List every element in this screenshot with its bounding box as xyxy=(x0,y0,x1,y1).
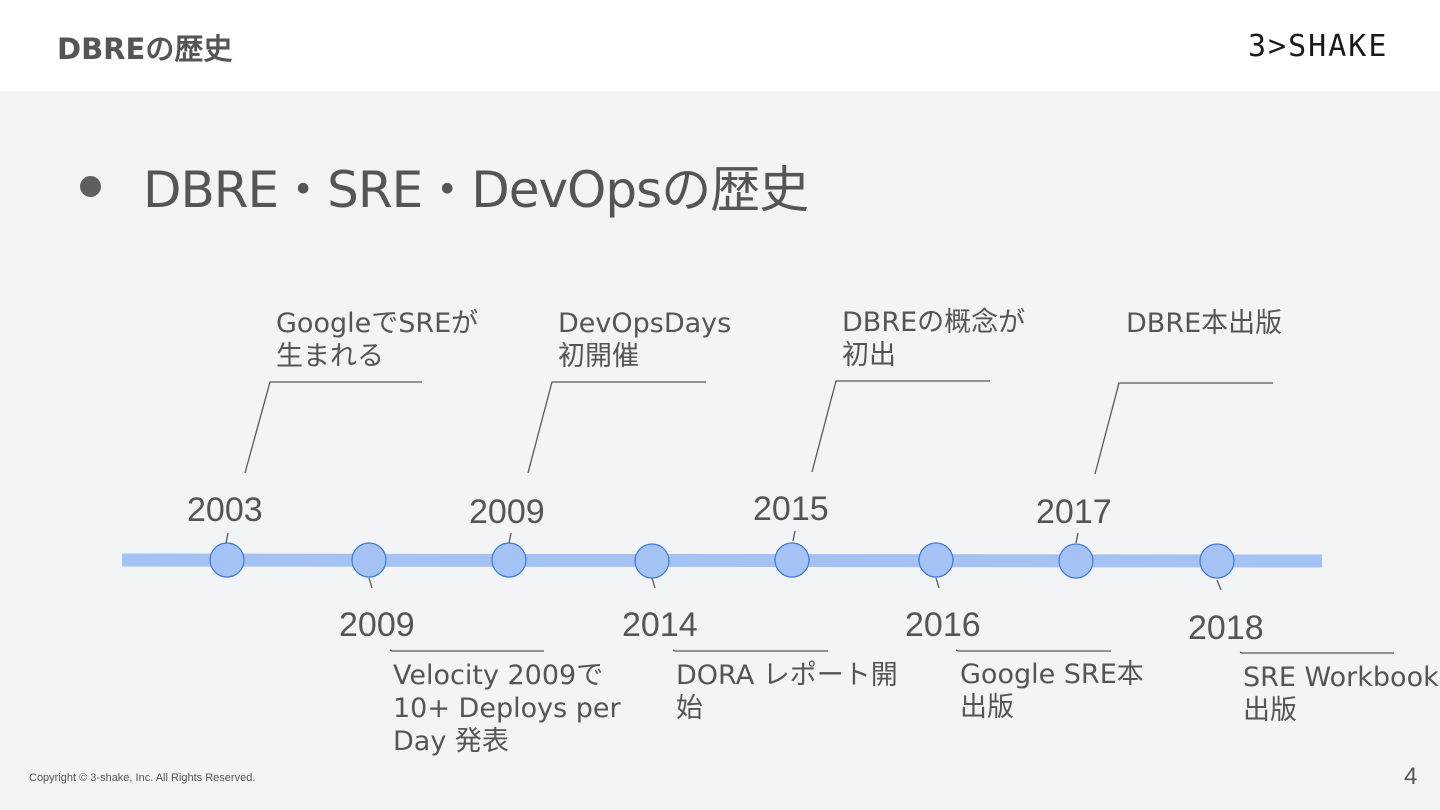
node-tick xyxy=(792,530,796,542)
event-label: SRE Workbook 出版 xyxy=(1243,661,1439,727)
event-label: DBREの概念が 初出 xyxy=(842,306,1025,372)
event-label-line: GoogleでSREが xyxy=(276,308,479,339)
event-label-line: Google SRE本 xyxy=(960,659,1144,690)
event-label-line: 出版 xyxy=(1243,695,1297,726)
timeline-node xyxy=(634,543,670,579)
timeline-node xyxy=(351,542,387,578)
event-label-line: 初開催 xyxy=(558,341,639,372)
event-label-line: DBREの概念が xyxy=(842,307,1026,338)
leader-line xyxy=(955,649,1111,652)
event-label: GoogleでSREが 生まれる xyxy=(276,307,478,373)
node-tick xyxy=(225,532,229,544)
node-tick xyxy=(935,577,940,589)
timeline-node xyxy=(1199,543,1235,579)
year-label: 2017 xyxy=(1036,493,1112,531)
event-label-line: 初出 xyxy=(842,340,896,371)
event-label: DevOpsDays 初開催 xyxy=(558,307,731,373)
page-number: 4 xyxy=(1404,763,1418,790)
event-label-line: 生まれる xyxy=(276,341,384,372)
event-label-line: DORA レポート開 xyxy=(676,660,898,691)
node-tick xyxy=(1075,532,1079,544)
leader-line xyxy=(811,380,990,473)
timeline-node xyxy=(491,542,527,578)
event-label-line: SRE Workbook xyxy=(1243,662,1439,693)
event-label-line: 始 xyxy=(676,693,703,724)
node-tick xyxy=(368,577,373,589)
leader-line xyxy=(672,649,828,652)
leader-line xyxy=(244,381,422,474)
year-label: 2018 xyxy=(1188,609,1264,647)
leader-line xyxy=(527,381,706,474)
year-label: 2009 xyxy=(469,493,545,531)
event-label-line: 出版 xyxy=(960,692,1014,723)
year-label: 2009 xyxy=(339,606,415,644)
copyright-text: Copyright © 3-shake, Inc. All Rights Res… xyxy=(29,772,256,784)
timeline-axis xyxy=(121,553,1323,568)
event-label: DORA レポート開 始 xyxy=(676,659,898,725)
event-label: DBRE本出版 xyxy=(1126,307,1282,340)
leader-line xyxy=(1239,651,1394,654)
event-label-line: DBRE本出版 xyxy=(1126,308,1283,339)
leader-line xyxy=(1094,382,1273,475)
timeline-node xyxy=(209,542,245,578)
node-tick xyxy=(508,532,512,544)
event-label-line: DevOpsDays xyxy=(558,308,732,339)
year-label: 2015 xyxy=(753,490,829,528)
event-label-line: Velocity 2009で xyxy=(393,660,604,691)
event-label-line: 10+ Deploys per xyxy=(393,693,621,724)
timeline-node xyxy=(774,542,810,578)
event-label: Google SRE本 出版 xyxy=(960,658,1144,724)
leader-line xyxy=(389,649,544,652)
node-tick xyxy=(1216,579,1222,591)
year-label: 2016 xyxy=(905,606,981,644)
timeline-node xyxy=(1058,543,1094,579)
node-tick xyxy=(651,577,656,589)
event-label: Velocity 2009で 10+ Deploys per Day 発表 xyxy=(393,659,621,758)
year-label: 2003 xyxy=(187,491,263,529)
timeline-node xyxy=(918,542,954,578)
year-label: 2014 xyxy=(622,606,698,644)
event-label-line: Day 発表 xyxy=(393,726,509,757)
